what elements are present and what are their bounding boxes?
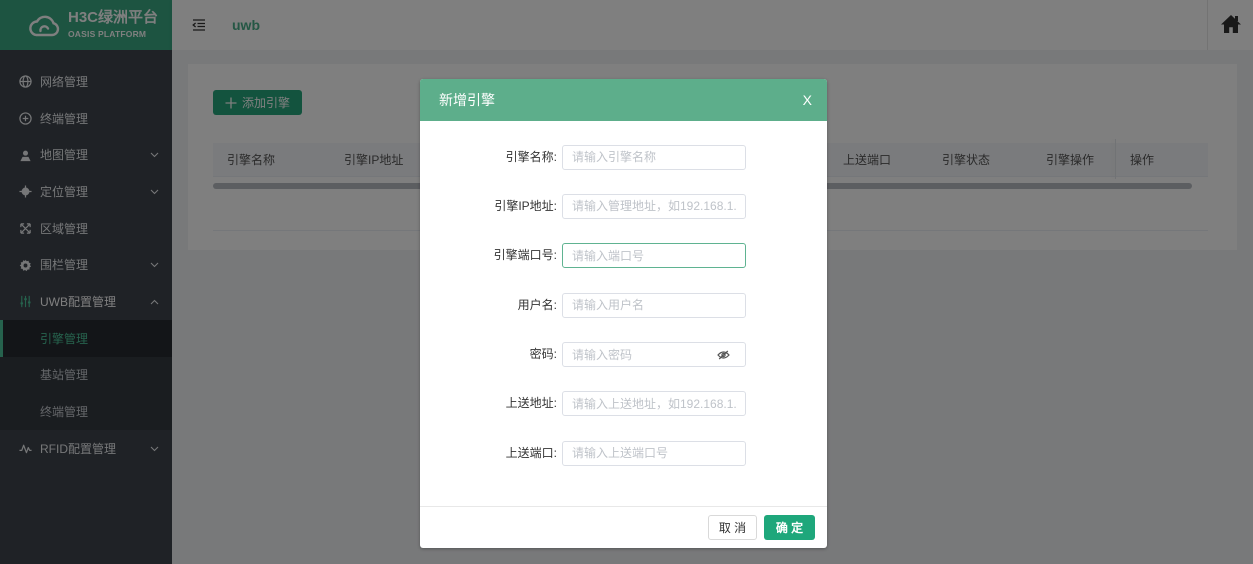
add-engine-form: 引擎名称: 引擎IP地址: 引擎端口号: 用户名: <box>420 144 827 491</box>
dialog-title: 新增引擎 <box>439 92 495 108</box>
form-row-engine-name: 引擎名称: <box>420 144 827 170</box>
upload-address-input[interactable] <box>562 391 746 417</box>
engine-name-wrapper <box>562 144 746 170</box>
username-input[interactable] <box>562 292 746 318</box>
password-wrapper <box>562 342 746 368</box>
upload-port-label: 上送端口: <box>505 445 557 460</box>
upload-address-wrapper <box>562 391 746 417</box>
eye-off-icon[interactable] <box>717 350 730 360</box>
form-row-engine-port: 引擎端口号: <box>420 243 827 269</box>
engine-ip-label: 引擎IP地址: <box>494 198 557 213</box>
upload-port-input[interactable] <box>562 440 746 466</box>
add-engine-dialog: 新增引擎 X 引擎名称: 引擎IP地址: 引擎端口号: <box>420 79 827 548</box>
password-label: 密码: <box>529 347 557 362</box>
dialog-header: 新增引擎 X <box>420 79 827 121</box>
engine-name-label: 引擎名称: <box>505 149 557 164</box>
engine-port-wrapper <box>562 243 746 269</box>
username-label: 用户名: <box>517 297 557 312</box>
engine-ip-wrapper <box>562 193 746 219</box>
engine-ip-input[interactable] <box>562 193 746 219</box>
cancel-button[interactable]: 取 消 <box>708 515 757 540</box>
username-wrapper <box>562 292 746 318</box>
confirm-button[interactable]: 确 定 <box>764 515 815 540</box>
form-row-upload-port: 上送端口: <box>420 440 827 466</box>
form-row-engine-ip: 引擎IP地址: <box>420 193 827 219</box>
engine-port-input[interactable] <box>562 243 746 269</box>
app-root: H3C绿洲平台 OASIS PLATFORM 网络管理 终端管理 <box>0 0 1253 564</box>
form-row-password: 密码: <box>420 342 827 368</box>
dialog-footer-divider <box>420 506 827 507</box>
engine-port-label: 引擎端口号: <box>493 248 557 263</box>
upload-address-label: 上送地址: <box>505 396 557 411</box>
dialog-close-button[interactable]: X <box>803 91 812 109</box>
form-row-username: 用户名: <box>420 292 827 318</box>
upload-port-wrapper <box>562 440 746 466</box>
form-row-upload-address: 上送地址: <box>420 391 827 417</box>
engine-name-input[interactable] <box>562 144 746 170</box>
